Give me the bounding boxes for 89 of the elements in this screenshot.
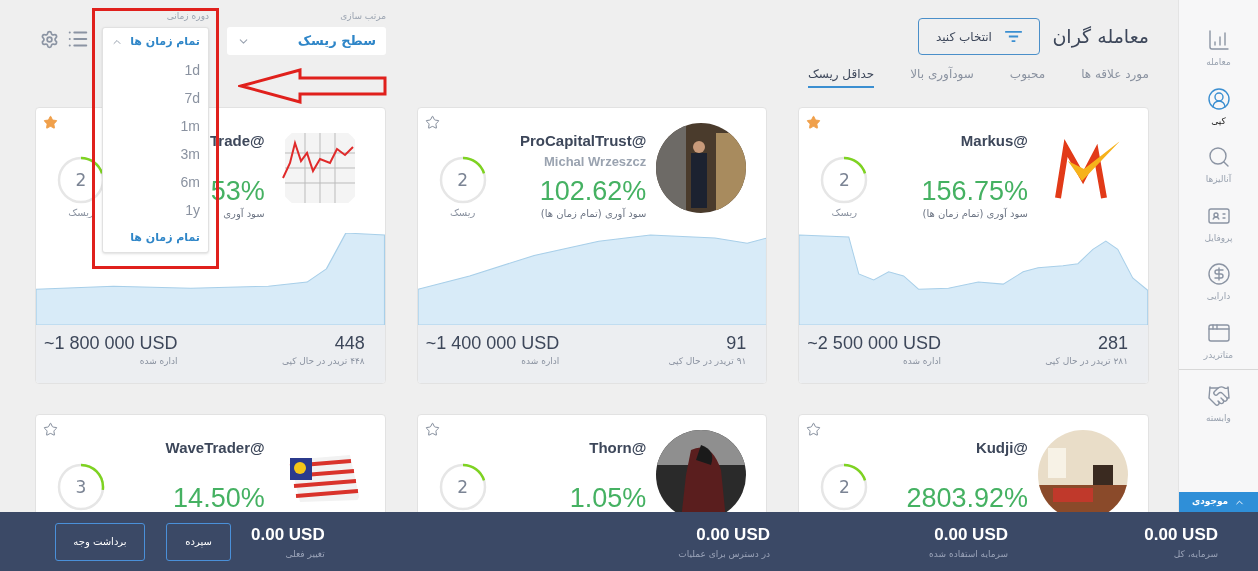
stat-value: 0.00 USD	[1144, 524, 1218, 546]
user-icon[interactable]	[1206, 86, 1231, 111]
risk-gauge	[56, 462, 106, 512]
chart-icon[interactable]	[1206, 28, 1231, 52]
copiers-label: ۹۱ تریدر در حال کپی	[668, 355, 747, 368]
stat-value: 0.00 USD	[696, 524, 770, 546]
trader-name[interactable]: WaveTrader@	[165, 438, 265, 458]
stat-value: 0.00 USD	[251, 524, 325, 546]
risk-value: 3	[75, 477, 87, 497]
copiers-count: 448	[334, 332, 365, 355]
dropdown-option[interactable]: 3m	[103, 140, 208, 168]
risk-value: 2	[457, 477, 469, 497]
risk-value: 2	[457, 170, 469, 190]
filter-icon	[1003, 30, 1023, 43]
risk-label: ریسک	[831, 206, 858, 220]
managed-amount: ~1 400 000 USD	[425, 332, 560, 355]
risk-gauge	[437, 462, 488, 512]
profit-percent: 1.05%	[569, 482, 647, 512]
settings-icon[interactable]	[40, 30, 59, 49]
stat-label: در دسترس برای عملیات	[678, 547, 770, 561]
sidebar-item[interactable]: متاتریدر	[1203, 348, 1234, 362]
profit-percent: 156.75%	[921, 175, 1028, 207]
handshake-icon[interactable]	[1206, 384, 1231, 408]
trader-card[interactable]: 3 WaveTrader@ 14.50%	[35, 414, 386, 512]
trader-fullname: Michal Wrzeszcz	[544, 153, 647, 172]
period-label: دوره زمانی	[166, 10, 209, 23]
managed-label: اداره شده	[139, 355, 178, 368]
managed-amount: ~1 800 000 USD	[44, 332, 178, 355]
risk-label: ریسک	[449, 206, 476, 220]
risk-value: 2	[75, 170, 87, 190]
action-button[interactable]: سپرده	[166, 522, 231, 561]
sort-select[interactable]: سطح ریسک	[227, 27, 386, 55]
copiers-label: ۴۴۸ تریدر در حال کپی	[281, 355, 365, 368]
risk-gauge	[437, 155, 488, 205]
dollar-icon[interactable]	[1206, 262, 1231, 286]
tab[interactable]: سودآوری بالا	[910, 65, 974, 88]
managed-label: اداره شده	[903, 355, 941, 368]
balance-tab[interactable]: موجودی	[1179, 492, 1258, 512]
dropdown-option[interactable]: 6m	[103, 168, 208, 196]
star-icon[interactable]	[43, 422, 58, 437]
stat-label: سرمایه استفاده شده	[929, 547, 1008, 561]
sidebar-item[interactable]: آنالیزها	[1205, 173, 1232, 187]
filter-button[interactable]: انتخاب کنید	[918, 18, 1041, 55]
dropdown-option[interactable]: تمام زمان ها	[103, 224, 208, 252]
sidebar-item[interactable]: معامله	[1206, 56, 1231, 70]
sidebar-item[interactable]: پروفایل	[1204, 231, 1233, 245]
sort-label: مرتب سازی	[340, 10, 386, 23]
trader-name[interactable]: Kudji@	[975, 438, 1028, 458]
trader-name[interactable]: Thorn@	[589, 438, 647, 458]
profit-label: سود آوری (تمام زمان ها)	[922, 207, 1028, 221]
action-button[interactable]: برداشت وجه	[55, 522, 145, 561]
trader-card[interactable]: 2 Thorn@ 1.05%	[416, 414, 768, 512]
managed-amount: ~2 500 000 USD	[807, 332, 941, 355]
page-title: معامله گران	[1052, 24, 1149, 50]
copiers-count: 281	[1097, 332, 1128, 355]
sidebar-item[interactable]: دارایی	[1206, 290, 1231, 304]
risk-value: 2	[838, 477, 850, 497]
dropdown-option[interactable]: 1d	[103, 56, 208, 84]
tab[interactable]: محبوب	[1009, 65, 1046, 88]
star-icon[interactable]	[424, 115, 440, 130]
sidebar-item[interactable]: کپی	[1211, 114, 1226, 128]
dropdown-option[interactable]: 1m	[103, 112, 208, 140]
profit-percent: 102.62%	[539, 175, 647, 207]
profit-percent: 2803.92%	[906, 482, 1028, 512]
magnifier-icon[interactable]	[1206, 145, 1231, 169]
star-icon[interactable]	[424, 422, 440, 437]
profit-label: سود آوری (تمام زمان ها)	[540, 207, 647, 221]
period-select[interactable]: تمام زمان ها	[103, 28, 208, 56]
star-icon[interactable]	[43, 115, 58, 130]
stat-label: سرمایه، کل	[1173, 547, 1218, 561]
trader-name[interactable]: ProCapitalTrust@	[520, 131, 647, 151]
tab[interactable]: مورد علاقه ها	[1081, 65, 1149, 88]
copiers-count: 91	[726, 332, 747, 355]
stat-label: تغییر فعلی	[285, 547, 325, 561]
sidebar-item[interactable]: وابسته	[1206, 412, 1231, 426]
star-icon[interactable]	[806, 422, 822, 437]
tab[interactable]: حداقل ریسک	[807, 65, 875, 88]
managed-label: اداره شده	[521, 355, 560, 368]
star-icon[interactable]	[806, 115, 822, 130]
copiers-label: ۲۸۱ تریدر در حال کپی	[1045, 355, 1128, 368]
trader-card[interactable]: 2 Kudji@ 2803.92%	[798, 414, 1149, 512]
risk-gauge	[819, 462, 870, 512]
risk-gauge	[819, 155, 870, 205]
trader-name[interactable]: Markus@	[960, 131, 1028, 151]
dropdown-option[interactable]: 1y	[103, 196, 208, 224]
stat-value: 0.00 USD	[934, 524, 1008, 546]
risk-value: 2	[838, 170, 850, 190]
profit-label: سود آوری	[223, 207, 265, 221]
profit-percent: 14.50%	[173, 482, 265, 512]
